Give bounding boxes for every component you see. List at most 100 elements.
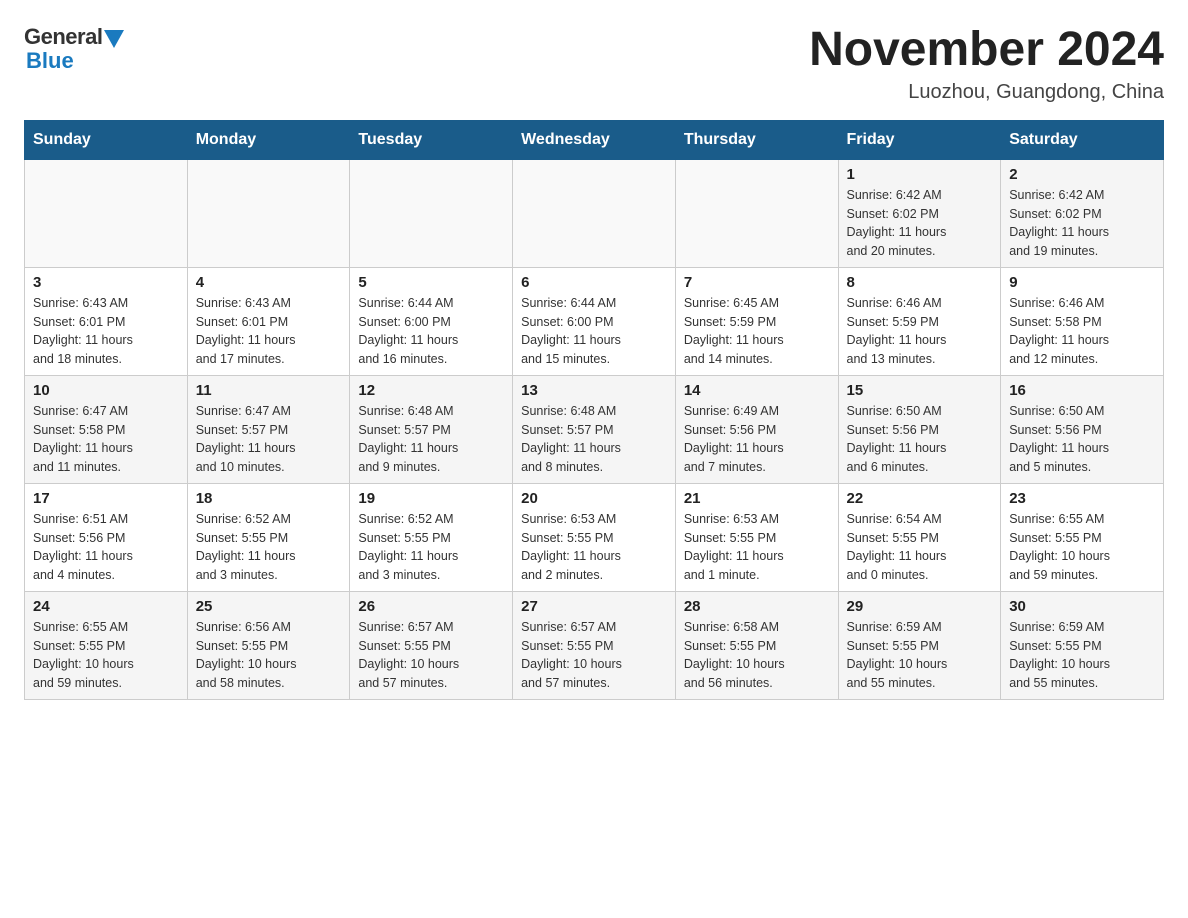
day-number: 3 (33, 274, 179, 291)
day-number: 5 (358, 274, 504, 291)
day-info: Sunrise: 6:59 AM Sunset: 5:55 PM Dayligh… (847, 618, 993, 693)
day-number: 25 (196, 598, 342, 615)
day-number: 20 (521, 490, 667, 507)
day-number: 12 (358, 382, 504, 399)
day-info: Sunrise: 6:49 AM Sunset: 5:56 PM Dayligh… (684, 402, 830, 477)
calendar-cell: 29Sunrise: 6:59 AM Sunset: 5:55 PM Dayli… (838, 591, 1001, 699)
calendar-cell: 10 Sunrise: 6:47 AM Sunset: 5:58 PM Dayli… (25, 375, 188, 483)
calendar-cell (350, 159, 513, 267)
day-info: Sunrise: 6:57 AM Sunset: 5:55 PM Dayligh… (521, 618, 667, 693)
day-number: 19 (358, 490, 504, 507)
calendar-cell (187, 159, 350, 267)
day-info: Sunrise: 6:47 AM Sunset: 5:57 PM Dayligh… (196, 402, 342, 477)
day-number: 15 (847, 382, 993, 399)
day-number: 2 (1009, 166, 1155, 183)
day-number: 27 (521, 598, 667, 615)
day-info: Sunrise: 6:55 AM Sunset: 5:55 PM Dayligh… (1009, 510, 1155, 585)
calendar-cell: 18 Sunrise: 6:52 AM Sunset: 5:55 PM Dayli… (187, 483, 350, 591)
day-number: 8 (847, 274, 993, 291)
day-info: Sunrise: 6:42 AM Sunset: 6:02 PM Dayligh… (847, 186, 993, 261)
calendar-cell: 24Sunrise: 6:55 AM Sunset: 5:55 PM Dayli… (25, 591, 188, 699)
weekday-header-thursday: Thursday (675, 120, 838, 159)
day-info: Sunrise: 6:45 AM Sunset: 5:59 PM Dayligh… (684, 294, 830, 369)
day-number: 7 (684, 274, 830, 291)
weekday-header-wednesday: Wednesday (513, 120, 676, 159)
day-info: Sunrise: 6:42 AM Sunset: 6:02 PM Dayligh… (1009, 186, 1155, 261)
day-info: Sunrise: 6:56 AM Sunset: 5:55 PM Dayligh… (196, 618, 342, 693)
calendar-cell: 30 Sunrise: 6:59 AM Sunset: 5:55 PM Dayli… (1001, 591, 1164, 699)
calendar-week-row: 24Sunrise: 6:55 AM Sunset: 5:55 PM Dayli… (25, 591, 1164, 699)
calendar-cell: 23Sunrise: 6:55 AM Sunset: 5:55 PM Dayli… (1001, 483, 1164, 591)
logo-general-text: General (24, 24, 102, 50)
day-number: 17 (33, 490, 179, 507)
day-info: Sunrise: 6:48 AM Sunset: 5:57 PM Dayligh… (358, 402, 504, 477)
weekday-header-tuesday: Tuesday (350, 120, 513, 159)
calendar-cell: 16 Sunrise: 6:50 AM Sunset: 5:56 PM Dayli… (1001, 375, 1164, 483)
day-info: Sunrise: 6:46 AM Sunset: 5:58 PM Dayligh… (1009, 294, 1155, 369)
calendar-cell: 13 Sunrise: 6:48 AM Sunset: 5:57 PM Dayli… (513, 375, 676, 483)
day-number: 21 (684, 490, 830, 507)
day-info: Sunrise: 6:51 AM Sunset: 5:56 PM Dayligh… (33, 510, 179, 585)
weekday-header-friday: Friday (838, 120, 1001, 159)
month-title: November 2024 (809, 24, 1164, 77)
calendar-cell: 7 Sunrise: 6:45 AM Sunset: 5:59 PM Daylig… (675, 267, 838, 375)
day-info: Sunrise: 6:44 AM Sunset: 6:00 PM Dayligh… (358, 294, 504, 369)
calendar-cell: 22Sunrise: 6:54 AM Sunset: 5:55 PM Dayli… (838, 483, 1001, 591)
calendar-cell: 2 Sunrise: 6:42 AM Sunset: 6:02 PM Daylig… (1001, 159, 1164, 267)
day-number: 11 (196, 382, 342, 399)
day-info: Sunrise: 6:52 AM Sunset: 5:55 PM Dayligh… (358, 510, 504, 585)
calendar-cell: 17 Sunrise: 6:51 AM Sunset: 5:56 PM Dayli… (25, 483, 188, 591)
day-info: Sunrise: 6:46 AM Sunset: 5:59 PM Dayligh… (847, 294, 993, 369)
calendar-week-row: 3 Sunrise: 6:43 AM Sunset: 6:01 PM Daylig… (25, 267, 1164, 375)
day-info: Sunrise: 6:47 AM Sunset: 5:58 PM Dayligh… (33, 402, 179, 477)
day-number: 30 (1009, 598, 1155, 615)
calendar-week-row: 10 Sunrise: 6:47 AM Sunset: 5:58 PM Dayli… (25, 375, 1164, 483)
calendar-cell (675, 159, 838, 267)
day-info: Sunrise: 6:50 AM Sunset: 5:56 PM Dayligh… (847, 402, 993, 477)
calendar-cell: 4 Sunrise: 6:43 AM Sunset: 6:01 PM Daylig… (187, 267, 350, 375)
calendar-cell: 25 Sunrise: 6:56 AM Sunset: 5:55 PM Dayli… (187, 591, 350, 699)
calendar-cell (25, 159, 188, 267)
title-section: November 2024 Luozhou, Guangdong, China (809, 24, 1164, 104)
day-number: 16 (1009, 382, 1155, 399)
calendar-cell (513, 159, 676, 267)
calendar-header-row: SundayMondayTuesdayWednesdayThursdayFrid… (25, 120, 1164, 159)
day-info: Sunrise: 6:52 AM Sunset: 5:55 PM Dayligh… (196, 510, 342, 585)
calendar-cell: 12 Sunrise: 6:48 AM Sunset: 5:57 PM Dayli… (350, 375, 513, 483)
day-number: 14 (684, 382, 830, 399)
calendar-cell: 15 Sunrise: 6:50 AM Sunset: 5:56 PM Dayli… (838, 375, 1001, 483)
location-text: Luozhou, Guangdong, China (809, 81, 1164, 104)
calendar-cell: 19 Sunrise: 6:52 AM Sunset: 5:55 PM Dayli… (350, 483, 513, 591)
calendar-week-row: 1 Sunrise: 6:42 AM Sunset: 6:02 PM Daylig… (25, 159, 1164, 267)
day-info: Sunrise: 6:53 AM Sunset: 5:55 PM Dayligh… (684, 510, 830, 585)
day-number: 6 (521, 274, 667, 291)
calendar-cell: 3 Sunrise: 6:43 AM Sunset: 6:01 PM Daylig… (25, 267, 188, 375)
calendar-week-row: 17 Sunrise: 6:51 AM Sunset: 5:56 PM Dayli… (25, 483, 1164, 591)
calendar-cell: 11 Sunrise: 6:47 AM Sunset: 5:57 PM Dayli… (187, 375, 350, 483)
day-number: 1 (847, 166, 993, 183)
page-header: General Blue November 2024 Luozhou, Guan… (24, 24, 1164, 104)
calendar-cell: 28Sunrise: 6:58 AM Sunset: 5:55 PM Dayli… (675, 591, 838, 699)
calendar-cell: 1 Sunrise: 6:42 AM Sunset: 6:02 PM Daylig… (838, 159, 1001, 267)
logo-arrow-icon (104, 30, 124, 48)
calendar-cell: 27 Sunrise: 6:57 AM Sunset: 5:55 PM Dayli… (513, 591, 676, 699)
day-number: 28 (684, 598, 830, 615)
logo: General Blue (24, 24, 124, 74)
day-number: 24 (33, 598, 179, 615)
day-info: Sunrise: 6:48 AM Sunset: 5:57 PM Dayligh… (521, 402, 667, 477)
day-number: 13 (521, 382, 667, 399)
day-info: Sunrise: 6:44 AM Sunset: 6:00 PM Dayligh… (521, 294, 667, 369)
day-info: Sunrise: 6:59 AM Sunset: 5:55 PM Dayligh… (1009, 618, 1155, 693)
day-number: 18 (196, 490, 342, 507)
day-info: Sunrise: 6:43 AM Sunset: 6:01 PM Dayligh… (33, 294, 179, 369)
weekday-header-monday: Monday (187, 120, 350, 159)
day-info: Sunrise: 6:43 AM Sunset: 6:01 PM Dayligh… (196, 294, 342, 369)
day-number: 10 (33, 382, 179, 399)
calendar-cell: 21 Sunrise: 6:53 AM Sunset: 5:55 PM Dayli… (675, 483, 838, 591)
calendar-cell: 5 Sunrise: 6:44 AM Sunset: 6:00 PM Daylig… (350, 267, 513, 375)
day-info: Sunrise: 6:54 AM Sunset: 5:55 PM Dayligh… (847, 510, 993, 585)
day-info: Sunrise: 6:50 AM Sunset: 5:56 PM Dayligh… (1009, 402, 1155, 477)
calendar-cell: 6 Sunrise: 6:44 AM Sunset: 6:00 PM Daylig… (513, 267, 676, 375)
day-info: Sunrise: 6:57 AM Sunset: 5:55 PM Dayligh… (358, 618, 504, 693)
day-number: 4 (196, 274, 342, 291)
